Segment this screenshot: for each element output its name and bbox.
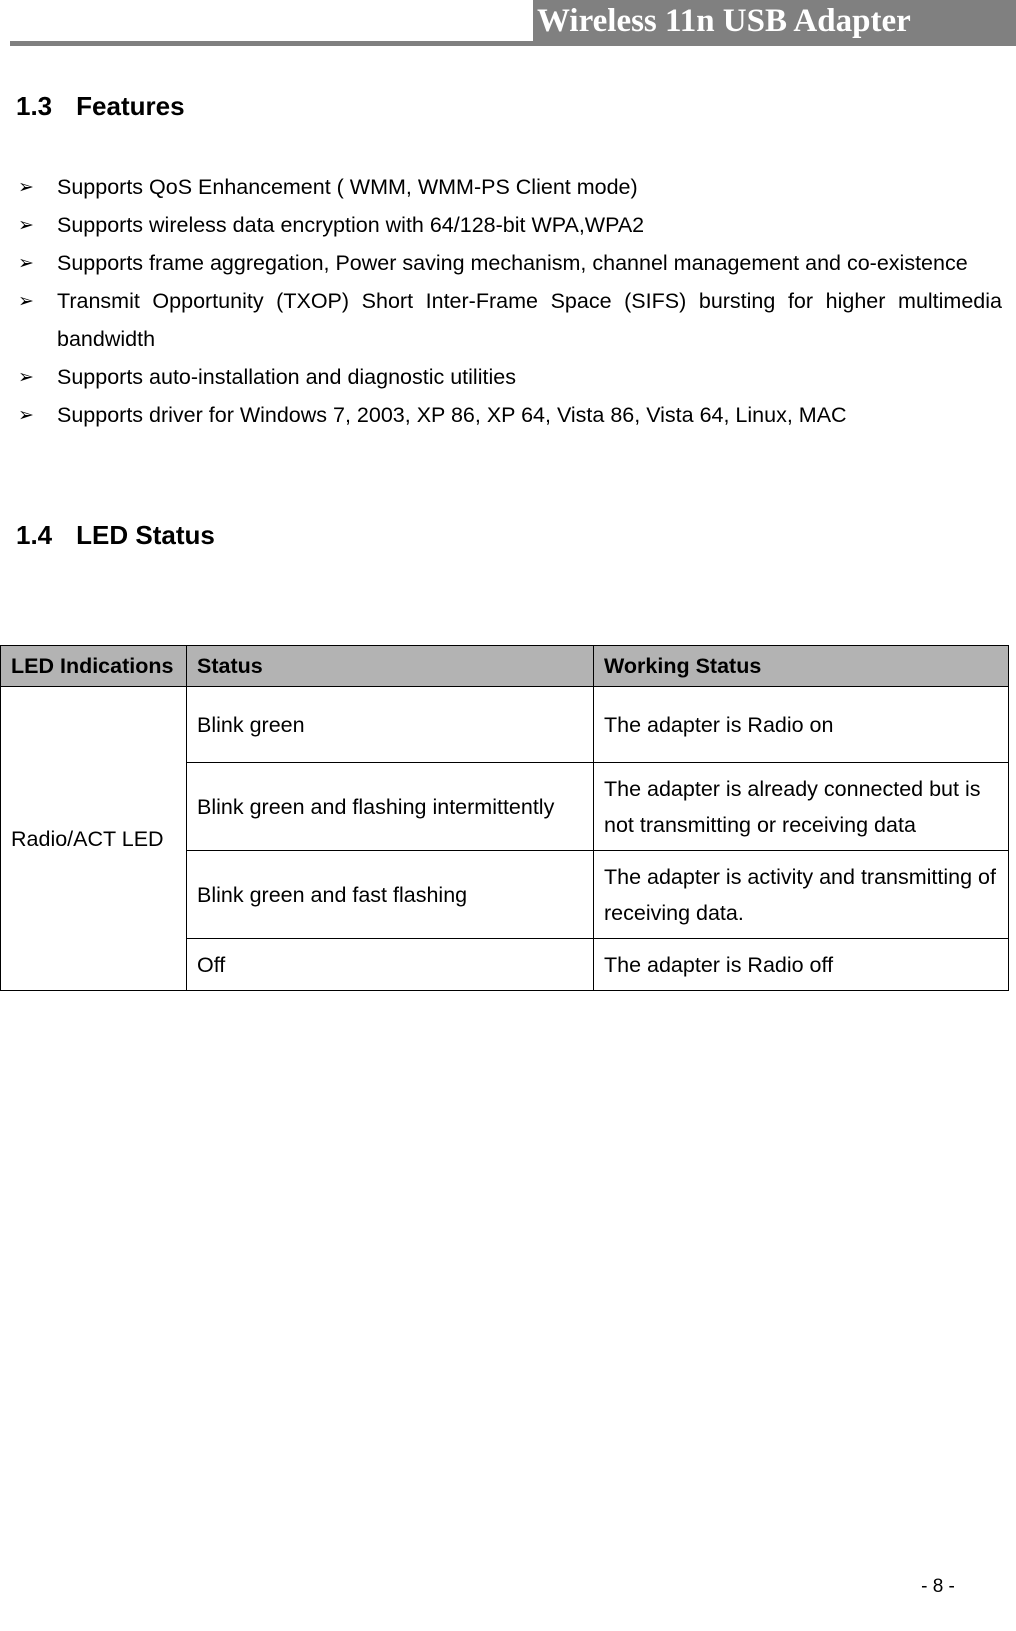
list-item: ➢ Transmit Opportunity (TXOP) Short Inte… bbox=[0, 282, 1016, 358]
arrowhead-bullet-icon: ➢ bbox=[18, 366, 34, 388]
table-header-row: LED Indications Status Working Status bbox=[0, 645, 1009, 687]
list-item-text: Supports driver for Windows 7, 2003, XP … bbox=[57, 403, 847, 427]
arrowhead-bullet-icon: ➢ bbox=[18, 404, 34, 426]
section-heading-led-status: 1.4 LED Status bbox=[16, 520, 215, 551]
section-number-14: 1.4 bbox=[16, 520, 53, 550]
cell-status: Blink green bbox=[186, 686, 594, 763]
arrowhead-bullet-icon: ➢ bbox=[18, 252, 34, 274]
list-item-text: Supports QoS Enhancement ( WMM, WMM-PS C… bbox=[57, 175, 638, 199]
section-title-14: LED Status bbox=[76, 520, 215, 550]
list-item: ➢ Supports auto-installation and diagnos… bbox=[0, 358, 1016, 396]
header-divider-rule bbox=[10, 41, 1016, 46]
section-title-13: Features bbox=[76, 91, 185, 121]
led-status-table: LED Indications Status Working Status Ra… bbox=[0, 645, 1009, 991]
arrowhead-bullet-icon: ➢ bbox=[18, 290, 34, 312]
cell-working: The adapter is already connected but is … bbox=[593, 762, 1009, 851]
section-heading-features: 1.3 Features bbox=[16, 91, 185, 122]
arrowhead-bullet-icon: ➢ bbox=[18, 176, 34, 198]
column-header-working-status: Working Status bbox=[593, 645, 1009, 687]
page-number: - 8 - bbox=[921, 1576, 955, 1597]
cell-status: Off bbox=[186, 938, 594, 991]
table-row: Radio/ACT LED Blink green The adapter is… bbox=[0, 686, 1009, 991]
cell-status: Blink green and fast flashing bbox=[186, 850, 594, 939]
column-header-status: Status bbox=[186, 645, 594, 687]
page-header: Wireless 11n USB Adapter bbox=[0, 0, 1016, 48]
list-item-text: Supports frame aggregation, Power saving… bbox=[57, 251, 968, 275]
list-item-text: Supports auto-installation and diagnosti… bbox=[57, 365, 516, 389]
column-header-led-indications: LED Indications bbox=[0, 645, 187, 687]
cell-working: The adapter is activity and transmitting… bbox=[593, 850, 1009, 939]
document-title: Wireless 11n USB Adapter bbox=[537, 3, 911, 39]
features-list: ➢ Supports QoS Enhancement ( WMM, WMM-PS… bbox=[0, 168, 1016, 434]
list-item: ➢ Supports wireless data encryption with… bbox=[0, 206, 1016, 244]
cell-working: The adapter is Radio off bbox=[593, 938, 1009, 991]
page-footer: - 8 - bbox=[0, 1576, 1016, 1598]
cell-status: Blink green and flashing intermittently bbox=[186, 762, 594, 851]
cell-working: The adapter is Radio on bbox=[593, 686, 1009, 763]
row-label-radio-act-led: Radio/ACT LED bbox=[0, 686, 187, 991]
section-number-13: 1.3 bbox=[16, 91, 53, 121]
list-item: ➢ Supports driver for Windows 7, 2003, X… bbox=[0, 396, 1016, 434]
list-item: ➢ Supports frame aggregation, Power savi… bbox=[0, 244, 1016, 282]
list-item-text: Supports wireless data encryption with 6… bbox=[57, 213, 645, 237]
list-item: ➢ Supports QoS Enhancement ( WMM, WMM-PS… bbox=[0, 168, 1016, 206]
arrowhead-bullet-icon: ➢ bbox=[18, 214, 34, 236]
list-item-text: Transmit Opportunity (TXOP) Short Inter-… bbox=[57, 289, 1002, 351]
